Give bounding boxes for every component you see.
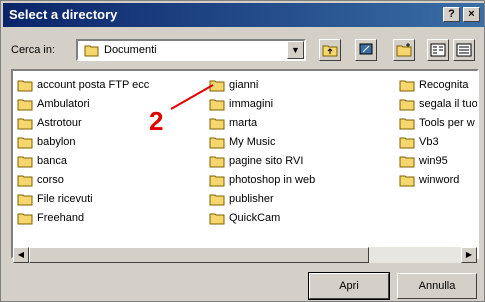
title-bar: Select a directory ? ×	[3, 3, 484, 27]
folder-label: winword	[419, 174, 460, 186]
folder-label: Astrotour	[37, 117, 82, 129]
details-view-button[interactable]	[453, 39, 475, 61]
look-in-dropdown[interactable]: Documenti ▼	[76, 39, 306, 61]
folder-icon	[209, 155, 225, 171]
new-folder-button[interactable]	[393, 39, 415, 61]
folder-label: segala il tuo	[419, 98, 478, 110]
desktop-icon	[359, 43, 373, 55]
folder-icon	[209, 174, 225, 190]
annotation-arrow-icon	[170, 84, 214, 110]
folder-label: babylon	[37, 136, 76, 148]
list-view-icon	[430, 43, 446, 57]
look-in-label: Cerca in:	[11, 44, 56, 56]
look-in-value: Documenti	[104, 44, 157, 56]
scroll-left-icon[interactable]: ◀	[13, 247, 29, 263]
folder-label: File ricevuti	[37, 193, 93, 205]
scroll-right-icon[interactable]: ▶	[461, 247, 477, 263]
folder-icon	[399, 117, 415, 133]
folder-label: Vb3	[419, 136, 439, 148]
folder-icon	[209, 136, 225, 152]
folder-open-icon	[84, 44, 100, 60]
new-folder-icon	[396, 43, 412, 57]
toolbar: Cerca in: Documenti ▼	[1, 35, 485, 61]
folder-label: Ambulatori	[37, 98, 90, 110]
up-folder-button[interactable]	[319, 39, 341, 61]
folder-icon	[17, 193, 33, 209]
folder-label: QuickCam	[229, 212, 281, 224]
folder-icon	[209, 212, 225, 228]
folder-icon	[17, 79, 33, 95]
folder-icon	[17, 136, 33, 152]
folder-icon	[399, 136, 415, 152]
help-button[interactable]: ?	[443, 7, 460, 22]
close-button[interactable]: ×	[463, 7, 480, 22]
folder-label: My Music	[229, 136, 276, 148]
folder-label: banca	[37, 155, 67, 167]
folder-label: Tools per w	[419, 117, 475, 129]
dialog-title: Select a directory	[9, 7, 118, 22]
chevron-down-icon[interactable]: ▼	[287, 41, 304, 59]
folder-icon	[17, 174, 33, 190]
folder-icon	[17, 155, 33, 171]
folder-icon	[17, 117, 33, 133]
open-button[interactable]: Apri	[308, 272, 390, 300]
folder-icon	[209, 117, 225, 133]
folder-label: photoshop in web	[229, 174, 316, 186]
folder-icon	[209, 193, 225, 209]
annotation-number: 2	[149, 106, 164, 136]
select-directory-dialog: Select a directory ? × Cerca in: Documen…	[0, 0, 485, 302]
folder-list[interactable]: account posta FTP ecc Ambulatori Astrotour…	[11, 69, 479, 259]
folder-icon	[17, 212, 33, 228]
folder-label: immagini	[229, 98, 274, 110]
folder-label: marta	[229, 117, 258, 129]
up-folder-icon	[322, 45, 338, 57]
folder-label: pagine sito RVI	[229, 155, 304, 167]
folder-label: gianni	[229, 79, 259, 91]
folder-icon	[399, 79, 415, 95]
folder-label: account posta FTP ecc	[37, 79, 150, 91]
folder-icon	[399, 98, 415, 114]
details-view-icon	[456, 43, 472, 57]
folder-label: publisher	[229, 193, 274, 205]
list-view-button[interactable]	[427, 39, 449, 61]
desktop-button[interactable]	[355, 39, 377, 61]
scroll-thumb[interactable]	[29, 247, 369, 263]
folder-icon	[399, 155, 415, 171]
folder-icon	[17, 98, 33, 114]
cancel-button[interactable]: Annulla	[397, 273, 477, 299]
horizontal-scrollbar[interactable]: ◀ ▶	[13, 247, 477, 263]
folder-label: corso	[37, 174, 64, 186]
folder-label: win95	[419, 155, 448, 167]
folder-icon	[399, 174, 415, 190]
folder-label: Recognita	[419, 79, 469, 91]
folder-label: Freehand	[37, 212, 85, 224]
